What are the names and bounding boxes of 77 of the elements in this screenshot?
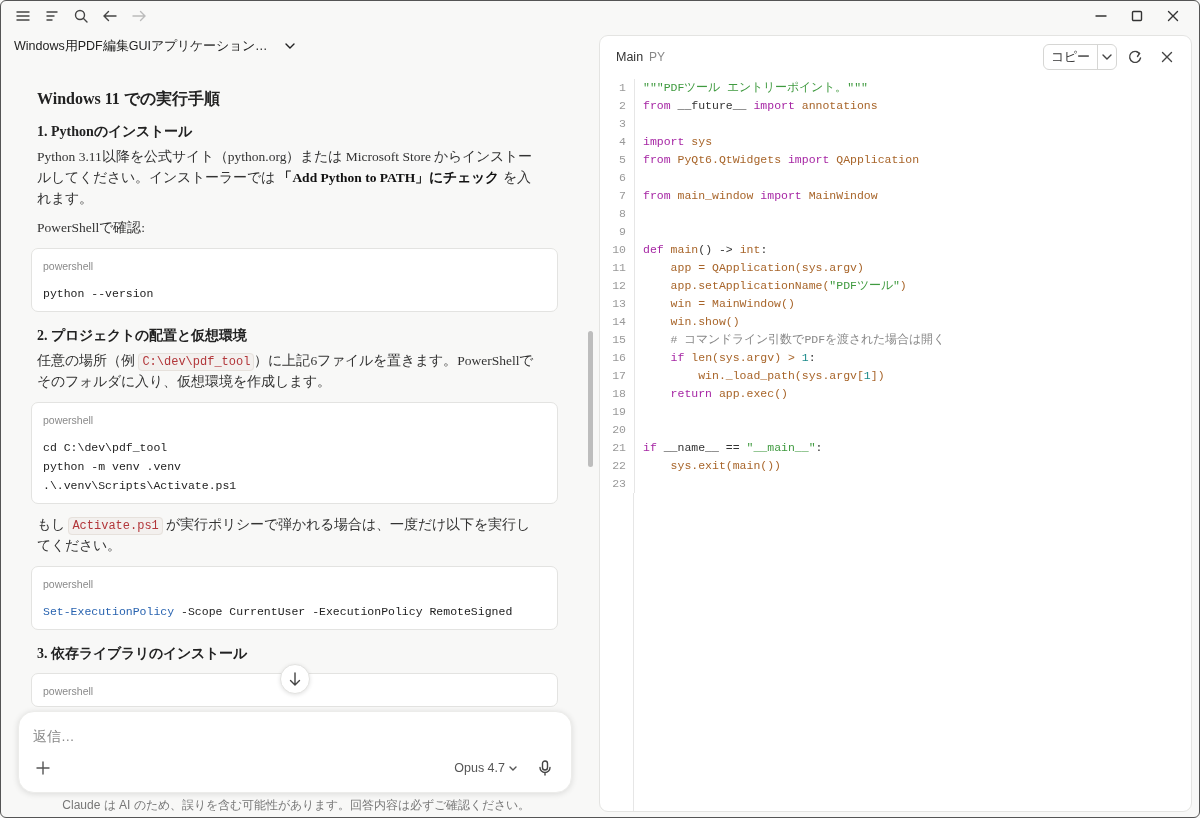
line-number: 1 [600, 79, 635, 97]
right-arrow-icon [132, 10, 146, 22]
file-name: Main [616, 50, 644, 64]
file-type: PY [649, 50, 666, 64]
line-number: 17 [600, 367, 635, 385]
line-number: 9 [600, 223, 635, 241]
code-text: python --version [43, 286, 155, 302]
code-line: # コマンドライン引数でPDFを渡された場合は開く [669, 332, 946, 348]
code-line: app = QApplication(sys.argv) [669, 260, 864, 276]
paragraph: Python 3.11以降を公式サイト（python.org）または Microsoft Store からインストールしてください。インストーラーでは 「Add Python to PATH」にチェック を入れます。 [37, 148, 534, 208]
line-number: 10 [600, 241, 635, 259]
line-number: 20 [600, 421, 635, 439]
line-number: 18 [600, 385, 635, 403]
line-number: 19 [600, 403, 635, 421]
maximize-icon [1131, 10, 1143, 22]
down-arrow-icon [289, 672, 301, 686]
code-line: def main() -> int: [642, 242, 768, 258]
line-number: 6 [600, 169, 635, 187]
step-heading: 1. Pythonのインストール [37, 123, 193, 141]
code-text: Set-ExecutionPolicy -Scope CurrentUser -ExecutionPolicy RemoteSigned [43, 604, 514, 620]
scroll-down-button[interactable] [280, 664, 310, 694]
code-text: cd C:\dev\pdf_tool python -m venv .venv .\.venv\Scripts\Activate.ps1 [43, 440, 238, 494]
paragraph: もし Activate.ps1 が実行ポリシーで弾かれる場合は、一度だけ以下を実行してください。 [37, 516, 532, 555]
code-line: app.setApplicationName("PDFツール") [669, 278, 907, 294]
chevron-down-icon [509, 765, 517, 771]
line-number: 11 [600, 259, 635, 277]
line-number: 4 [600, 133, 635, 151]
code-line: win = MainWindow() [669, 296, 795, 312]
code-language-label: powershell [43, 413, 94, 427]
chevron-down-icon [1102, 54, 1112, 60]
line-number: 22 [600, 457, 635, 475]
code-language-label: powershell [43, 259, 94, 273]
code-line: """PDFツール エントリーポイント。""" [642, 80, 868, 96]
search-icon [74, 9, 88, 23]
paragraph: PowerShellで確認: [37, 219, 146, 237]
chevron-down-icon [285, 43, 296, 49]
code-line: from main_window import MainWindow [642, 188, 878, 204]
code-language-label: powershell [43, 577, 94, 591]
code-line: sys.exit(main()) [669, 458, 782, 474]
line-number: 5 [600, 151, 635, 169]
line-number: 21 [600, 439, 635, 457]
lines-icon [46, 10, 58, 22]
menu-icon [16, 10, 30, 22]
code-line: from __future__ import annotations [642, 98, 878, 114]
code-language-label: powershell [43, 684, 94, 698]
code-line: return app.exec() [669, 386, 788, 402]
line-number: 8 [600, 205, 635, 223]
code-line: if __name__ == "__main__": [642, 440, 823, 456]
line-number: 7 [600, 187, 635, 205]
scrollbar-thumb[interactable] [588, 331, 593, 467]
line-number: 3 [600, 115, 635, 133]
step-heading: 2. プロジェクトの配置と仮想環境 [37, 327, 248, 345]
line-number: 13 [600, 295, 635, 313]
line-number: 16 [600, 349, 635, 367]
code-line: if len(sys.argv) > 1: [669, 350, 816, 366]
line-number: 12 [600, 277, 635, 295]
line-number: 14 [600, 313, 635, 331]
code-line: win._load_path(sys.argv[1]) [697, 368, 885, 384]
model-selector[interactable]: Opus 4.7 [454, 761, 517, 775]
refresh-icon [1128, 50, 1142, 64]
code-line: import sys [642, 134, 713, 150]
line-number: 23 [600, 475, 635, 493]
conversation-title-button[interactable]: Windows用PDF編集GUIアプリケーション… [14, 37, 296, 55]
close-icon [1161, 51, 1173, 63]
reply-input-field[interactable]: 返信… [33, 726, 557, 746]
section-heading: Windows 11 での実行手順 [37, 89, 221, 109]
line-number: 2 [600, 97, 635, 115]
microphone-icon [539, 760, 551, 776]
line-number: 15 [600, 331, 635, 349]
code-line: win.show() [669, 314, 740, 330]
plus-icon [36, 761, 50, 775]
close-icon [1167, 10, 1179, 22]
code-line: from PyQt6.QtWidgets import QApplication [642, 152, 920, 168]
paragraph: 任意の場所（例 C:\dev\pdf_tool ）に上記6ファイルを置きます。PowerShellでそのフォルダに入り、仮想環境を作成します。 [37, 352, 535, 391]
step-heading: 3. 依存ライブラリのインストール [37, 645, 248, 663]
left-arrow-icon [103, 10, 117, 22]
disclaimer-text: Claude は AI のため、誤りを含む可能性があります。回答内容は必ずご確認ください。 [61, 798, 531, 812]
